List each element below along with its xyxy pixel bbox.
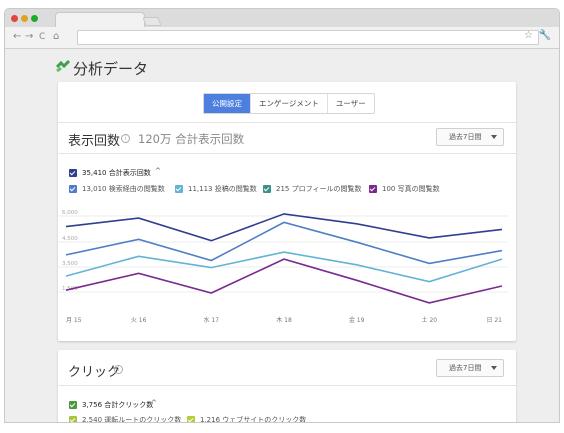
page-title: 分析データ: [73, 60, 149, 78]
y-tick-label: 6,000: [62, 210, 78, 216]
close-window-icon[interactable]: [11, 15, 18, 22]
tabs-divider: [58, 122, 516, 123]
home-icon[interactable]: ⌂: [53, 30, 59, 44]
checkbox-total-views[interactable]: [69, 169, 77, 177]
x-tick-label: 月 15: [66, 317, 82, 324]
legend-total-views: 35,410 合計表示回数: [82, 169, 151, 177]
chevron-down-icon: [491, 366, 497, 370]
x-tick-label: 金 19: [349, 316, 365, 324]
legend-route-clicks: 2,540 運転ルートのクリック数: [82, 416, 182, 423]
clicks-range-label: 過去7日間: [449, 364, 482, 372]
clicks-range-dropdown[interactable]: 過去7日間: [436, 359, 504, 377]
analytics-logo-icon: [56, 60, 70, 72]
tab-bar: 公開設定 エンゲージメント ユーザー: [203, 93, 375, 114]
legend-website-clicks: 1,216 ウェブサイトのクリック数: [200, 416, 307, 423]
series-line-3[interactable]: [65, 258, 503, 304]
legend-search-views: 13,010 検索経由の閲覧数: [82, 185, 165, 193]
checkbox-route-clicks[interactable]: [69, 416, 77, 422]
views-line-chart: 6,0004,5003,5001,500月 15 火 16 水 17 木 18 金 19…: [58, 210, 508, 324]
views-header-divider: [58, 153, 516, 154]
views-range-label: 過去7日間: [449, 133, 482, 141]
info-icon[interactable]: i: [114, 365, 123, 374]
chevron-up-icon[interactable]: ^: [151, 399, 157, 407]
new-tab-button[interactable]: [142, 17, 162, 26]
x-tick-label: 水 17: [204, 316, 220, 324]
checkbox-post-views[interactable]: [175, 185, 183, 193]
x-tick-label: 日 21: [486, 317, 502, 324]
views-title: 表示回数: [68, 134, 121, 149]
chevron-down-icon: [491, 135, 497, 139]
checkbox-profile-views[interactable]: [263, 185, 271, 193]
back-icon[interactable]: ←: [13, 30, 21, 44]
clicks-header-divider: [58, 385, 516, 386]
browser-toolbar: ← → C ⌂ ☆ 🔧: [5, 27, 559, 49]
clicks-title: クリック: [68, 365, 121, 380]
x-tick-label: 火 16: [131, 317, 147, 324]
checkbox-website-clicks[interactable]: [187, 416, 195, 422]
minimize-window-icon[interactable]: [21, 15, 28, 22]
reload-icon[interactable]: C: [39, 30, 45, 44]
legend-profile-views: 215 プロフィールの閲覧数: [276, 185, 362, 193]
wrench-menu-icon[interactable]: 🔧: [539, 30, 551, 41]
y-tick-label: 4,500: [62, 236, 78, 242]
forward-icon[interactable]: →: [25, 30, 33, 44]
views-subtitle: 120万 合計表示回数: [138, 132, 245, 146]
checkbox-total-clicks[interactable]: [69, 401, 77, 409]
series-line-1[interactable]: [65, 221, 503, 265]
x-tick-label: 木 18: [276, 316, 292, 324]
y-tick-label: 3,500: [62, 261, 78, 267]
legend-post-views: 11,113 投稿の閲覧数: [188, 185, 257, 193]
checkbox-photo-views[interactable]: [369, 185, 377, 193]
bookmark-star-icon[interactable]: ☆: [524, 30, 533, 41]
browser-tab[interactable]: [55, 12, 145, 27]
views-range-dropdown[interactable]: 過去7日間: [436, 128, 504, 146]
maximize-window-icon[interactable]: [31, 15, 38, 22]
chevron-up-icon[interactable]: ^: [155, 167, 161, 175]
tab-engagement[interactable]: エンゲージメント: [251, 94, 328, 113]
address-bar[interactable]: [77, 30, 539, 45]
info-icon[interactable]: i: [121, 134, 130, 143]
legend-photo-views: 100 写真の閲覧数: [382, 185, 440, 193]
tab-visibility[interactable]: 公開設定: [204, 94, 251, 113]
tab-strip: [5, 9, 559, 27]
legend-total-clicks: 3,756 合計クリック数: [82, 401, 154, 409]
x-tick-label: 土 20: [422, 316, 438, 324]
checkbox-search-views[interactable]: [69, 185, 77, 193]
series-line-0[interactable]: [65, 213, 503, 242]
tab-users[interactable]: ユーザー: [328, 94, 374, 113]
